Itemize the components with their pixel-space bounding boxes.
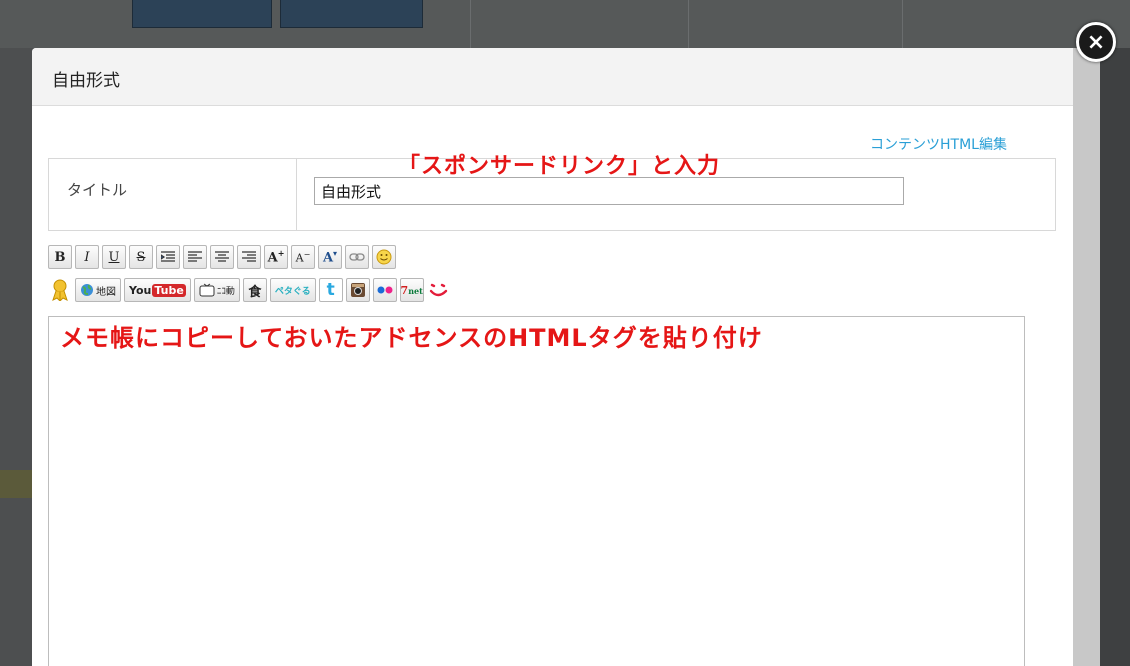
background-tab — [280, 0, 423, 28]
twitter-button[interactable]: t — [318, 278, 343, 302]
flickr-icon — [377, 286, 393, 294]
twitter-icon: t — [326, 280, 335, 300]
align-right-icon — [242, 251, 256, 262]
background-divider — [688, 0, 689, 48]
title-label: タイトル — [67, 181, 128, 199]
background-divider — [470, 0, 471, 48]
map-label: 地図 — [96, 286, 116, 298]
pecopeco-button[interactable]: ペタぐる — [269, 278, 316, 302]
smile-icon — [376, 249, 392, 265]
link-button[interactable] — [345, 245, 369, 269]
font-size-up-button[interactable]: A+ — [264, 245, 288, 269]
ribbon-button[interactable] — [48, 278, 72, 302]
free-form-dialog: 自由形式 コンテンツHTML編集 タイトル B I U S A+ A− A▾ — [32, 48, 1100, 666]
youtube-button[interactable]: You Tube — [124, 278, 191, 302]
html-edit-link[interactable]: コンテンツHTML編集 — [870, 134, 1007, 154]
niconico-button[interactable]: ﾆｺ動 — [193, 278, 240, 302]
7net-button[interactable]: 7net — [399, 278, 424, 302]
dialog-title: 自由形式 — [52, 71, 120, 91]
background-page-right — [1100, 48, 1130, 666]
bold-icon: B — [54, 249, 66, 265]
emoji-button[interactable] — [372, 245, 396, 269]
font-size-down-button[interactable]: A− — [291, 245, 315, 269]
globe-icon — [81, 284, 93, 296]
background-divider — [902, 0, 903, 48]
background-band — [0, 470, 32, 498]
underline-button[interactable]: U — [102, 245, 126, 269]
food-button[interactable]: 食 — [242, 278, 267, 302]
content-editor[interactable] — [48, 316, 1025, 666]
indent-button[interactable] — [156, 245, 180, 269]
title-input[interactable] — [314, 177, 904, 205]
7net-icon: 7net — [400, 283, 423, 297]
instagram-icon — [350, 283, 365, 297]
embed-toolbar: 地図 You Tube ﾆｺ動 食 ペタぐる t 7net — [48, 278, 451, 302]
ribbon-icon — [52, 279, 68, 301]
dialog-header: 自由形式 — [32, 48, 1100, 106]
align-center-icon — [215, 251, 229, 262]
close-button[interactable]: × — [1076, 22, 1116, 62]
indent-icon — [161, 251, 175, 262]
italic-icon: I — [84, 249, 90, 265]
tv-icon — [199, 283, 215, 297]
formatting-toolbar: B I U S A+ A− A▾ — [48, 245, 396, 269]
face-button[interactable] — [427, 278, 451, 302]
link-icon — [349, 253, 365, 261]
font-size-down-icon: A− — [295, 249, 311, 265]
youtube-you-label: You — [129, 283, 152, 297]
italic-button[interactable]: I — [75, 245, 99, 269]
font-color-icon: A▾ — [322, 248, 338, 266]
pecopeco-label: ペタぐる — [274, 286, 311, 297]
niconico-label: ﾆｺ動 — [216, 286, 235, 297]
underline-icon: U — [108, 249, 120, 265]
youtube-tube-label: Tube — [152, 283, 186, 297]
align-left-button[interactable] — [183, 245, 207, 269]
bold-button[interactable]: B — [48, 245, 72, 269]
title-label-cell: タイトル — [49, 159, 297, 230]
annotation-title-hint: 「スポンサードリンク」と入力 — [398, 154, 721, 179]
close-icon: × — [1086, 29, 1106, 55]
align-left-icon — [188, 251, 202, 262]
align-center-button[interactable] — [210, 245, 234, 269]
strikethrough-button[interactable]: S — [129, 245, 153, 269]
annotation-body-hint: メモ帳にコピーしておいたアドセンスのHTMLタグを貼り付け — [60, 324, 763, 352]
strikethrough-icon: S — [136, 249, 146, 265]
map-button[interactable]: 地図 — [75, 278, 121, 302]
align-right-button[interactable] — [237, 245, 261, 269]
font-size-up-icon: A+ — [267, 248, 285, 266]
background-tab — [132, 0, 272, 28]
font-color-button[interactable]: A▾ — [318, 245, 342, 269]
dialog-scrollbar[interactable] — [1073, 48, 1100, 666]
instagram-button[interactable] — [345, 278, 370, 302]
face-icon — [429, 283, 447, 297]
flickr-button[interactable] — [372, 278, 397, 302]
food-icon: 食 — [248, 284, 262, 300]
